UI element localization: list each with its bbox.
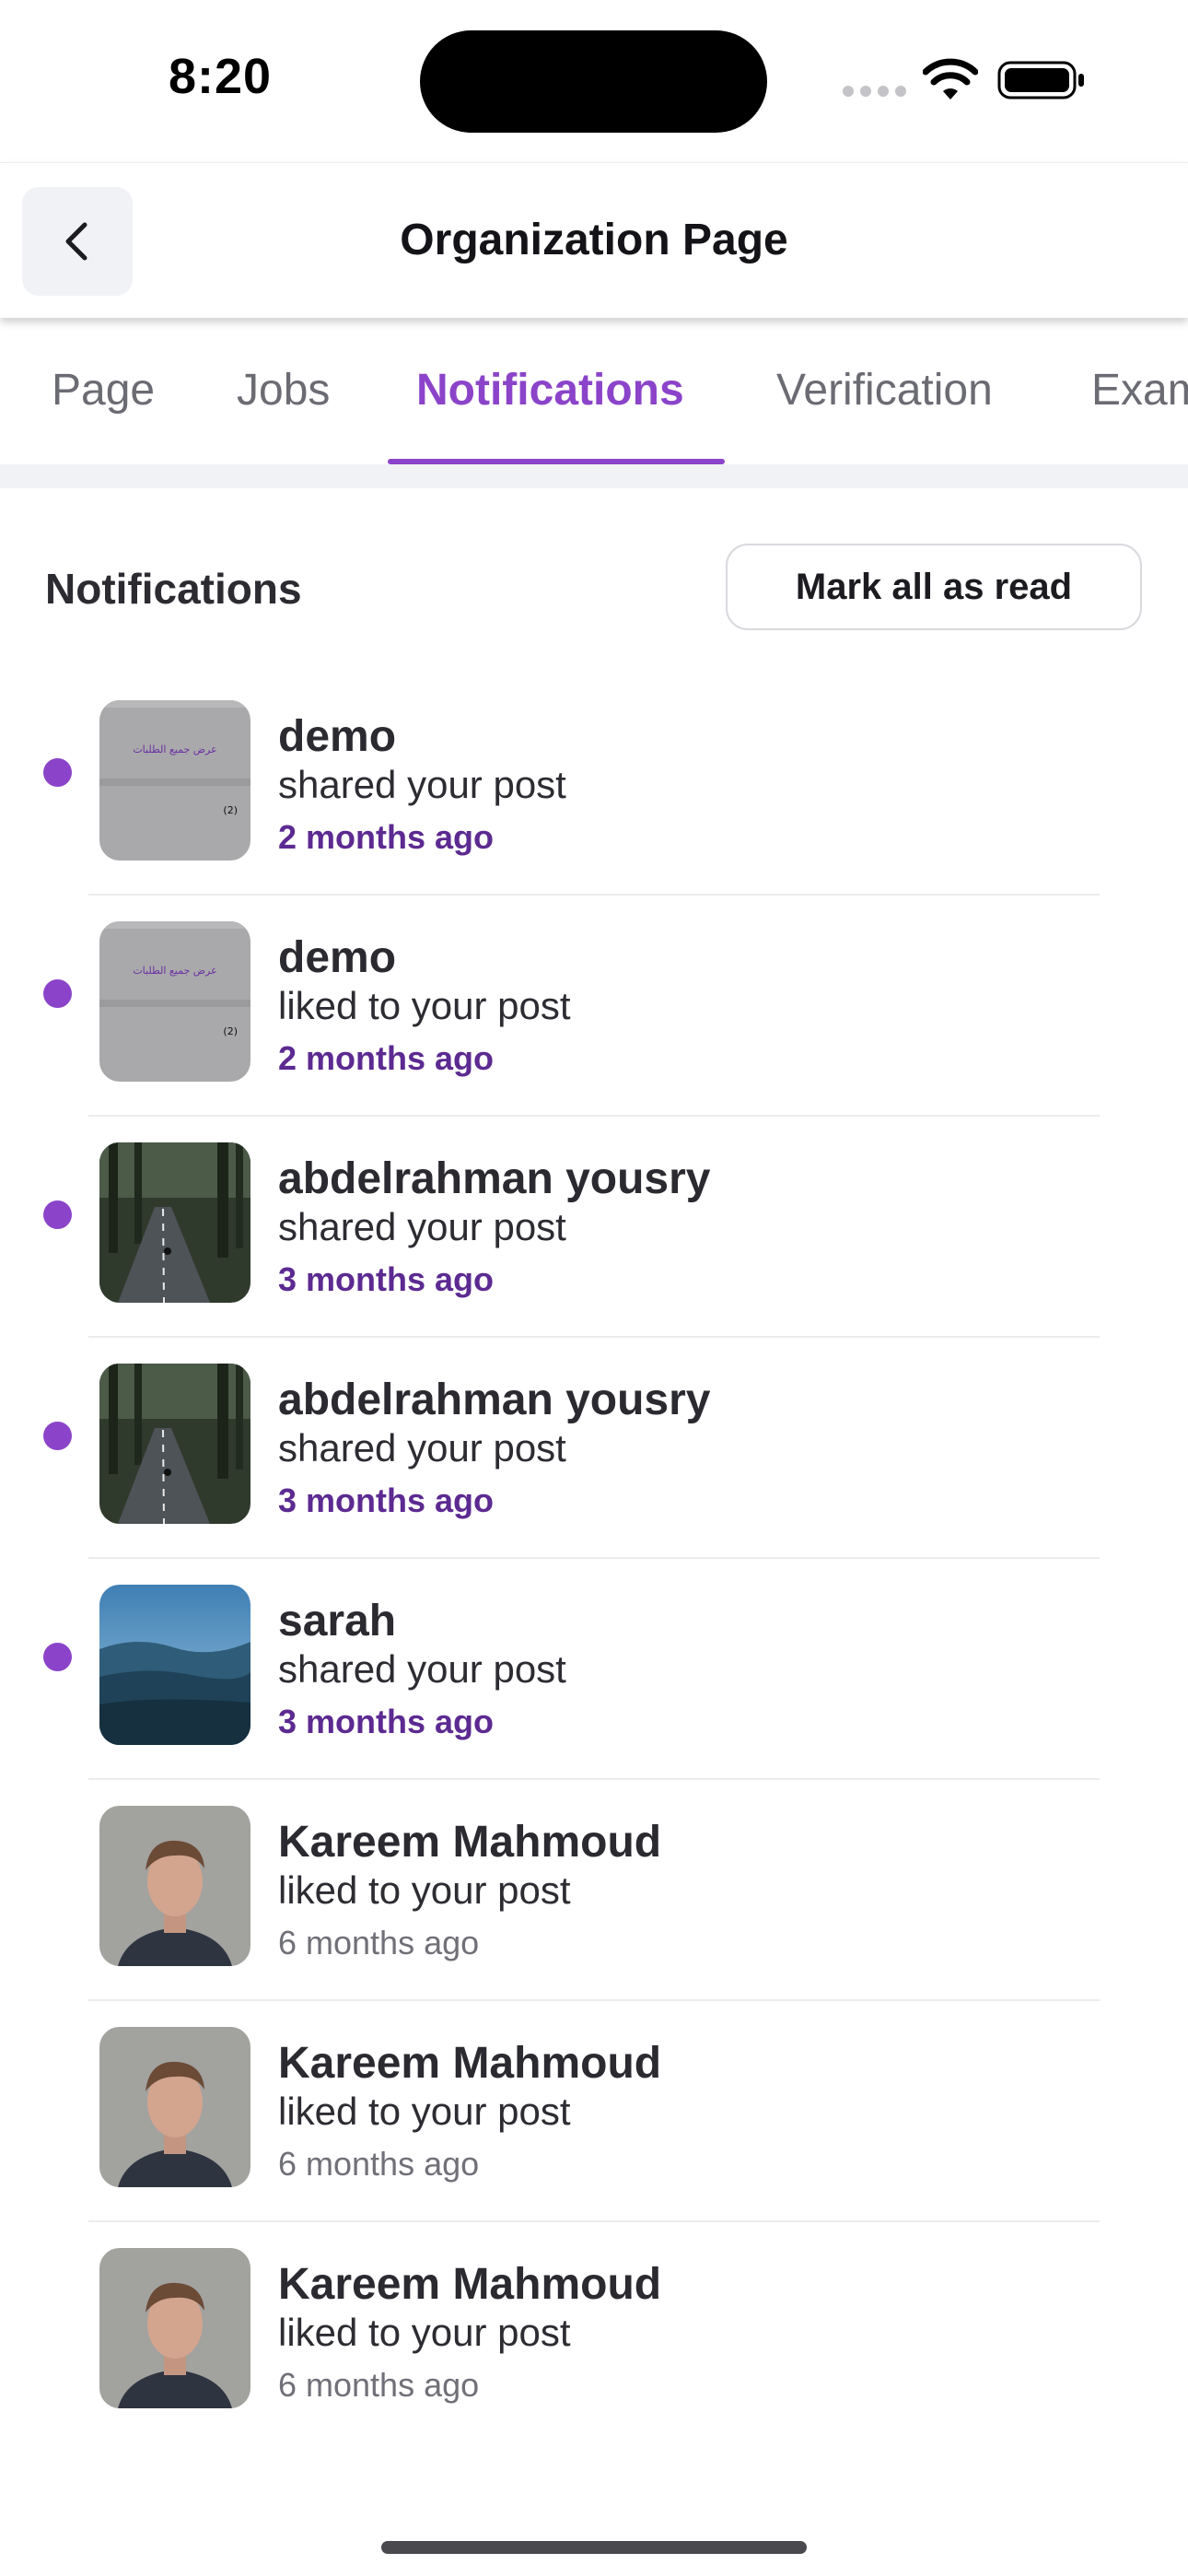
svg-text:(2): (2) [223,1025,238,1037]
post-thumbnail [99,1142,250,1303]
divider [88,2220,1100,2222]
home-indicator [381,2541,807,2554]
notification-time: 2 months ago [278,818,495,856]
notification-item[interactable]: عرض جميع الطلبات (2) demo liked to your … [0,901,1188,1122]
svg-text:عرض جميع الطلبات: عرض جميع الطلبات [133,965,216,977]
tab-notifications[interactable]: Notifications [416,365,684,416]
notification-item[interactable]: Kareem Mahmoud liked to your post 6 mont… [0,2007,1188,2228]
svg-text:عرض جميع الطلبات: عرض جميع الطلبات [133,744,216,755]
post-thumbnail [99,1585,250,1745]
wifi-icon [923,58,978,100]
svg-text:(2): (2) [223,804,238,816]
unread-dot [43,1422,72,1450]
tab-bar: Page Jobs Notifications Verification Exa… [0,317,1188,464]
divider [88,1999,1100,2001]
unread-dot [43,1643,72,1671]
notification-time: 3 months ago [278,1703,495,1740]
post-thumbnail: عرض جميع الطلبات (2) [99,921,250,1082]
notification-time: 6 months ago [278,2366,480,2404]
notification-time: 6 months ago [278,1924,480,1961]
notification-action: shared your post [278,1647,566,1691]
section-divider [0,464,1188,488]
notification-action: liked to your post [278,1868,571,1912]
notification-user-name: demo [278,712,397,761]
avatar [99,2027,250,2187]
notification-time: 3 months ago [278,1260,495,1298]
notification-item[interactable]: Kareem Mahmoud liked to your post 6 mont… [0,1786,1188,2007]
section-title: Notifications [45,565,302,613]
notification-time: 6 months ago [278,2145,480,2183]
avatar [99,1806,250,1966]
post-thumbnail: عرض جميع الطلبات (2) [99,700,250,861]
tab-jobs[interactable]: Jobs [237,365,330,416]
post-thumbnail [99,1364,250,1524]
notification-user-name: demo [278,933,397,982]
notification-time: 3 months ago [278,1481,495,1519]
notification-user-name: abdelrahman yousry [278,1376,711,1424]
status-time: 8:20 [169,49,273,104]
notification-user-name: Kareem Mahmoud [278,2260,662,2309]
notification-item[interactable]: Kareem Mahmoud liked to your post 6 mont… [0,2228,1188,2449]
unread-dot [43,1200,72,1229]
notification-user-name: Kareem Mahmoud [278,2039,662,2088]
unread-dot [43,979,72,1008]
notification-action: shared your post [278,763,566,806]
notification-user-name: abdelrahman yousry [278,1154,711,1203]
divider [88,1115,1100,1117]
page-title: Organization Page [400,216,788,264]
notification-time: 2 months ago [278,1039,495,1077]
notification-user-name: Kareem Mahmoud [278,1818,662,1867]
notification-action: shared your post [278,1205,566,1248]
notification-item[interactable]: abdelrahman yousry shared your post 3 mo… [0,1343,1188,1564]
cellular-signal-icon [843,86,907,97]
notification-action: liked to your post [278,2311,571,2354]
notification-action: liked to your post [278,984,571,1027]
header: Organization Page [0,162,1188,318]
notification-action: shared your post [278,1426,566,1469]
notification-item[interactable]: sarah shared your post 3 months ago [0,1564,1188,1786]
unread-dot [43,758,72,787]
status-bar: 8:20 [0,0,1188,162]
divider [88,1336,1100,1338]
dynamic-island [420,30,767,133]
tab-verification[interactable]: Verification [776,365,993,416]
notification-user-name: sarah [278,1597,397,1645]
avatar [99,2248,250,2408]
divider [88,1557,1100,1559]
mark-all-read-button[interactable]: Mark all as read [726,544,1142,630]
battery-icon [997,61,1084,100]
tab-exam[interactable]: Exam [1091,365,1188,416]
notification-item[interactable]: عرض جميع الطلبات (2) demo shared your po… [0,680,1188,901]
tab-page[interactable]: Page [52,365,155,416]
divider [88,1778,1100,1780]
divider [88,894,1100,896]
notification-item[interactable]: abdelrahman yousry shared your post 3 mo… [0,1122,1188,1343]
notification-action: liked to your post [278,2090,571,2133]
